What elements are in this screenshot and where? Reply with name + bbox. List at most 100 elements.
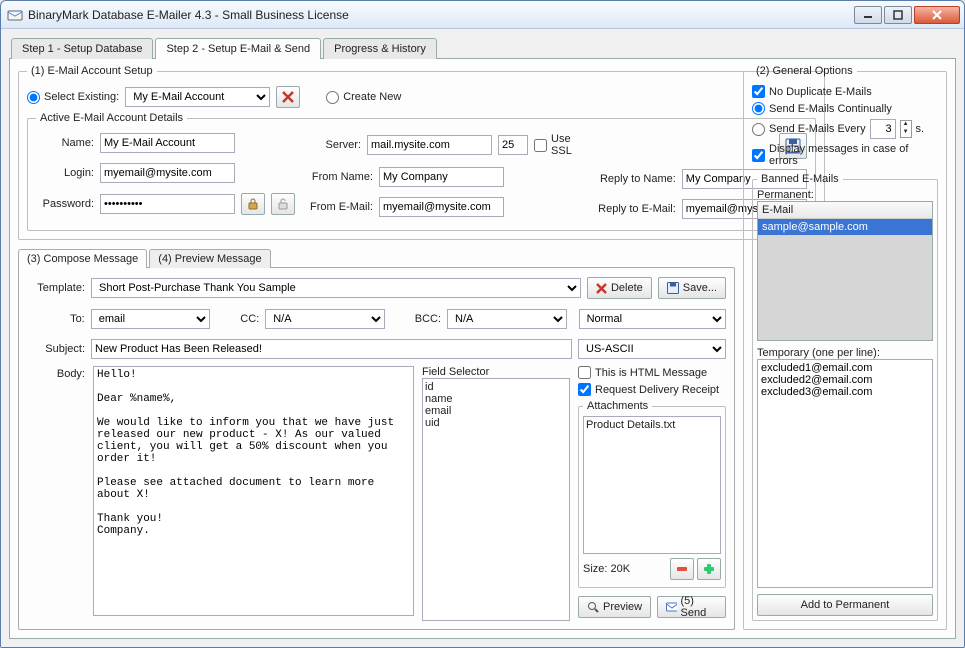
tab-progress[interactable]: Progress & History bbox=[323, 38, 437, 59]
encoding-select[interactable]: US-ASCII bbox=[578, 339, 726, 359]
tab-step2[interactable]: Step 2 - Setup E-Mail & Send bbox=[155, 38, 321, 59]
password-input[interactable] bbox=[100, 194, 235, 214]
unlock-button[interactable] bbox=[271, 193, 295, 215]
send-button[interactable]: (5) Send bbox=[657, 596, 726, 618]
existing-account-select[interactable]: My E-Mail Account bbox=[125, 87, 270, 107]
every-value-input[interactable] bbox=[870, 119, 896, 139]
bcc-select[interactable]: N/A bbox=[447, 309, 567, 329]
temporary-textarea[interactable] bbox=[757, 359, 933, 588]
html-input[interactable] bbox=[578, 366, 591, 379]
use-ssl-input[interactable] bbox=[534, 139, 547, 152]
every-suffix: s. bbox=[916, 123, 925, 135]
template-select[interactable]: Short Post-Purchase Thank You Sample bbox=[91, 278, 581, 298]
html-label: This is HTML Message bbox=[595, 367, 707, 379]
use-ssl-checkbox[interactable]: Use SSL bbox=[534, 133, 584, 157]
from-name-input[interactable] bbox=[379, 167, 504, 187]
compose-body: Template: Short Post-Purchase Thank You … bbox=[18, 267, 735, 630]
continual-radio[interactable]: Send E-Mails Continually bbox=[752, 102, 938, 115]
minimize-button[interactable] bbox=[854, 6, 882, 24]
banned-row[interactable]: sample@sample.com bbox=[758, 219, 932, 235]
main-tabstrip: Step 1 - Setup Database Step 2 - Setup E… bbox=[9, 37, 956, 58]
delete-template-button[interactable]: Delete bbox=[587, 277, 652, 299]
subject-input[interactable] bbox=[91, 339, 572, 359]
save-template-button[interactable]: Save... bbox=[658, 277, 726, 299]
port-input[interactable] bbox=[498, 135, 528, 155]
lock-button[interactable] bbox=[241, 193, 265, 215]
field-item[interactable]: uid bbox=[425, 417, 567, 429]
account-setup-group: (1) E-Mail Account Setup Select Existing… bbox=[18, 65, 825, 240]
body-label: Body: bbox=[27, 366, 85, 621]
login-input[interactable] bbox=[100, 163, 235, 183]
no-dup-label: No Duplicate E-Mails bbox=[769, 86, 872, 98]
receipt-label: Request Delivery Receipt bbox=[595, 384, 719, 396]
close-button[interactable] bbox=[914, 6, 960, 24]
account-details-group: Active E-Mail Account Details Name: Logi… bbox=[27, 112, 816, 231]
receipt-checkbox[interactable]: Request Delivery Receipt bbox=[578, 383, 726, 396]
save-label: Save... bbox=[683, 282, 717, 294]
permanent-table[interactable]: E-Mail sample@sample.com bbox=[757, 201, 933, 341]
send-label: (5) Send bbox=[681, 595, 718, 619]
plus-icon bbox=[703, 563, 715, 575]
delete-account-button[interactable] bbox=[276, 86, 300, 108]
to-select[interactable]: email bbox=[91, 309, 211, 329]
name-input[interactable] bbox=[100, 133, 235, 153]
general-options-legend: (2) General Options bbox=[752, 65, 857, 77]
field-item[interactable]: id bbox=[425, 381, 567, 393]
titlebar: BinaryMark Database E-Mailer 4.3 - Small… bbox=[1, 1, 964, 29]
preview-button[interactable]: Preview bbox=[578, 596, 651, 618]
remove-attachment-button[interactable] bbox=[670, 558, 694, 580]
account-setup-legend: (1) E-Mail Account Setup bbox=[27, 65, 157, 77]
body-textarea[interactable] bbox=[93, 366, 414, 616]
server-input[interactable] bbox=[367, 135, 492, 155]
name-label: Name: bbox=[36, 137, 94, 149]
add-attachment-button[interactable] bbox=[697, 558, 721, 580]
spinner-up[interactable]: ▲ bbox=[901, 121, 911, 129]
every-input[interactable] bbox=[752, 123, 765, 136]
right-column: (2) General Options No Duplicate E-Mails… bbox=[743, 65, 947, 630]
tab-step1[interactable]: Step 1 - Setup Database bbox=[11, 38, 153, 59]
html-checkbox[interactable]: This is HTML Message bbox=[578, 366, 726, 379]
every-radio[interactable]: Send E-Mails Every ▲ ▼ s. bbox=[752, 119, 938, 139]
display-errors-checkbox[interactable]: Display messages in case of errors bbox=[752, 143, 938, 167]
attachments-list[interactable]: Product Details.txt bbox=[583, 416, 721, 554]
unlock-icon bbox=[277, 198, 289, 210]
account-details-legend: Active E-Mail Account Details bbox=[36, 112, 187, 124]
permanent-label: Permanent: bbox=[757, 189, 933, 201]
tab-compose[interactable]: (3) Compose Message bbox=[18, 249, 147, 268]
preview-label: Preview bbox=[603, 601, 642, 613]
display-errors-input[interactable] bbox=[752, 149, 765, 162]
window-buttons bbox=[854, 6, 960, 24]
to-label: To: bbox=[27, 313, 85, 325]
select-existing-radio-input[interactable] bbox=[27, 91, 40, 104]
display-errors-label: Display messages in case of errors bbox=[769, 143, 938, 167]
client-area: Step 1 - Setup Database Step 2 - Setup E… bbox=[1, 29, 964, 647]
receipt-input[interactable] bbox=[578, 383, 591, 396]
spinner-down[interactable]: ▼ bbox=[901, 129, 911, 137]
magnifier-icon bbox=[587, 601, 599, 613]
add-to-permanent-button[interactable]: Add to Permanent bbox=[757, 594, 933, 616]
from-email-label: From E-Mail: bbox=[305, 201, 373, 213]
field-item[interactable]: email bbox=[425, 405, 567, 417]
minus-icon bbox=[676, 563, 688, 575]
no-dup-checkbox[interactable]: No Duplicate E-Mails bbox=[752, 85, 938, 98]
create-new-radio-input[interactable] bbox=[326, 91, 339, 104]
maximize-button[interactable] bbox=[884, 6, 912, 24]
continual-input[interactable] bbox=[752, 102, 765, 115]
create-new-radio[interactable]: Create New bbox=[326, 91, 401, 104]
subject-label: Subject: bbox=[27, 343, 85, 355]
cc-select[interactable]: N/A bbox=[265, 309, 385, 329]
field-item[interactable]: name bbox=[425, 393, 567, 405]
attachments-legend: Attachments bbox=[583, 400, 652, 412]
field-selector-list[interactable]: id name email uid bbox=[422, 378, 570, 621]
select-existing-label: Select Existing: bbox=[44, 91, 119, 103]
select-existing-radio[interactable]: Select Existing: bbox=[27, 91, 119, 104]
tab-preview[interactable]: (4) Preview Message bbox=[149, 249, 270, 268]
attachment-item[interactable]: Product Details.txt bbox=[586, 419, 718, 431]
attachment-size: Size: 20K bbox=[583, 563, 630, 575]
banned-header[interactable]: E-Mail bbox=[758, 202, 932, 219]
general-options-group: (2) General Options No Duplicate E-Mails… bbox=[743, 65, 947, 630]
from-email-input[interactable] bbox=[379, 197, 504, 217]
no-dup-input[interactable] bbox=[752, 85, 765, 98]
priority-select[interactable]: Normal bbox=[579, 309, 726, 329]
reply-name-label: Reply to Name: bbox=[594, 173, 676, 185]
